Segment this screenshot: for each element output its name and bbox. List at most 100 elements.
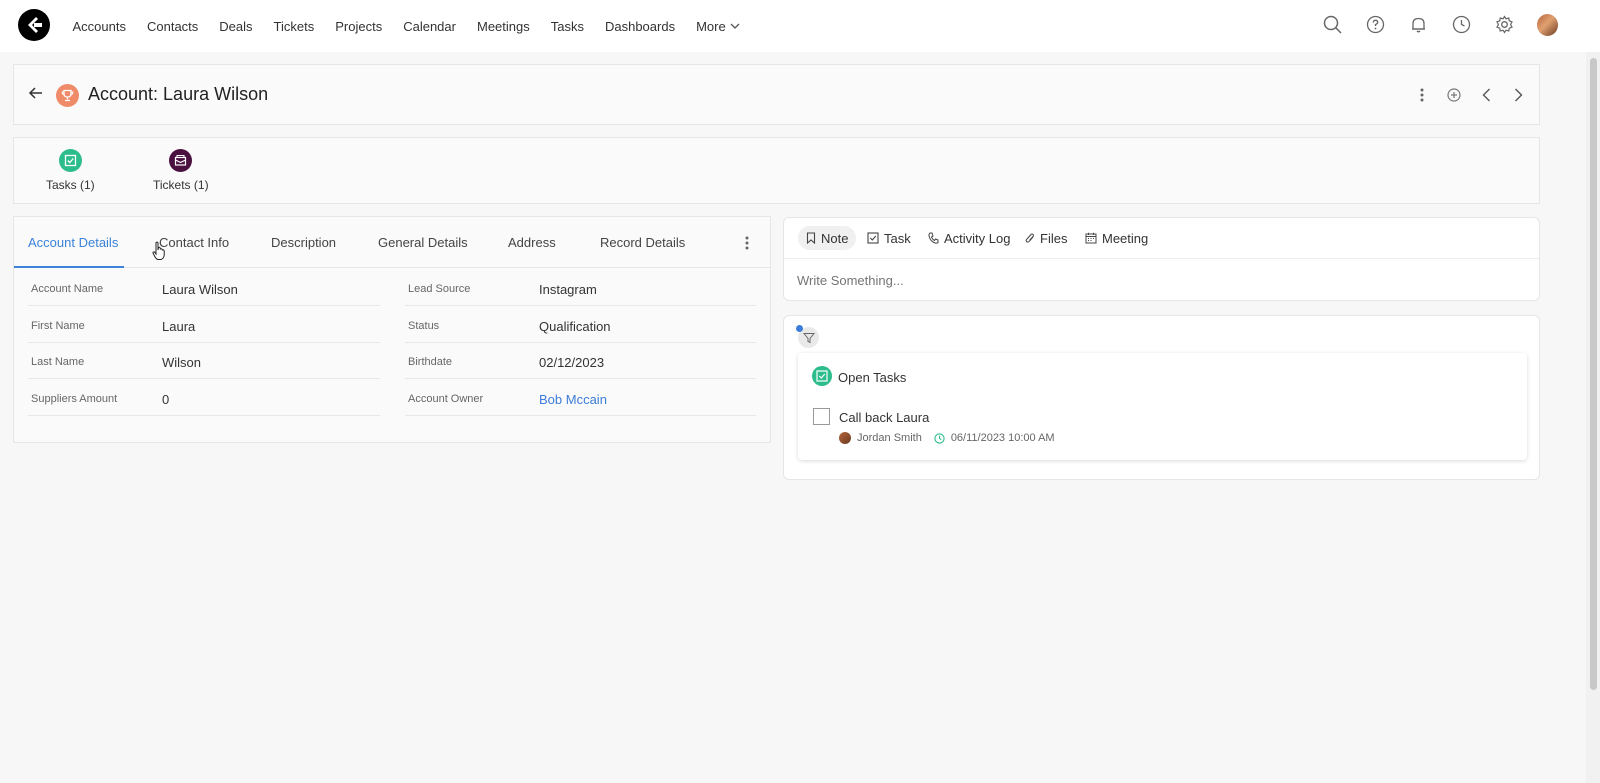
field-label: Lead Source — [408, 283, 471, 295]
active-tab-indicator — [14, 266, 124, 268]
field-label: Last Name — [31, 356, 85, 368]
top-toolbar — [1322, 13, 1558, 36]
task-title[interactable]: Call back Laura — [839, 410, 929, 425]
filter-active-dot — [796, 325, 803, 332]
field-status: Status Qualification — [405, 307, 756, 343]
help-icon[interactable] — [1365, 14, 1386, 35]
previous-record-icon[interactable] — [1479, 84, 1493, 106]
related-tickets-label: Tickets (1) — [153, 178, 209, 192]
task-meta: Jordan Smith 06/11/2023 10:00 AM — [839, 432, 1055, 444]
clock-icon — [934, 432, 945, 444]
details-tabs: Account Details Contact Info Description… — [14, 217, 770, 268]
main-menu: Accounts Contacts Deals Tickets Projects… — [62, 0, 750, 52]
field-value: Laura Wilson — [162, 282, 238, 297]
tab-files[interactable]: Files — [1017, 226, 1075, 250]
nav-calendar[interactable]: Calendar — [393, 19, 467, 34]
activity-composer: Note Task Activity Log Files Meeting — [783, 217, 1540, 301]
record-header: Account: Laura Wilson — [13, 64, 1540, 125]
timeline-panel: Open Tasks Call back Laura Jordan Smith … — [783, 315, 1540, 480]
hand-cursor-icon — [152, 241, 166, 261]
tab-record-details[interactable]: Record Details — [600, 235, 685, 250]
open-tasks-card: Open Tasks Call back Laura Jordan Smith … — [798, 353, 1527, 460]
calendar-icon — [1085, 232, 1097, 244]
field-value: 0 — [162, 392, 170, 407]
tab-note-label: Note — [821, 230, 849, 246]
bell-icon[interactable] — [1408, 14, 1429, 35]
related-tickets[interactable]: Tickets (1) — [153, 149, 209, 192]
related-records: Tasks (1) Tickets (1) — [13, 137, 1540, 204]
ticket-icon — [169, 149, 193, 172]
nav-dashboards[interactable]: Dashboards — [594, 19, 685, 34]
nav-accounts[interactable]: Accounts — [62, 19, 136, 34]
open-tasks-title: Open Tasks — [838, 370, 907, 385]
field-label: Birthdate — [408, 356, 453, 368]
field-last-name: Last Name Wilson — [28, 343, 380, 379]
nav-meetings[interactable]: Meetings — [466, 19, 540, 34]
field-label: Account Name — [31, 283, 104, 295]
tab-task-label: Task — [884, 230, 911, 246]
note-input[interactable] — [797, 273, 1517, 288]
tab-activity-log-label: Activity Log — [944, 230, 1011, 246]
owner-avatar — [839, 432, 851, 444]
nav-projects[interactable]: Projects — [325, 19, 393, 34]
field-suppliers-amount: Suppliers Amount 0 — [28, 380, 380, 416]
back-arrow-icon[interactable] — [28, 85, 44, 101]
chevron-down-icon — [730, 23, 740, 29]
checkbox-icon — [867, 232, 879, 244]
activity-tabs: Note Task Activity Log Files Meeting — [784, 218, 1539, 259]
nav-deals[interactable]: Deals — [209, 19, 263, 34]
field-label: Status — [408, 320, 440, 332]
field-label: First Name — [31, 320, 85, 332]
field-account-name: Account Name Laura Wilson — [28, 270, 380, 306]
field-value: 02/12/2023 — [539, 355, 605, 370]
header-actions — [1415, 84, 1525, 106]
top-navigation: Accounts Contacts Deals Tickets Projects… — [0, 0, 1600, 52]
scrollbar-thumb[interactable] — [1590, 58, 1597, 690]
nav-more-label: More — [696, 18, 726, 34]
field-value: Laura — [162, 319, 196, 334]
nav-tasks[interactable]: Tasks — [540, 19, 594, 34]
task-check-icon — [58, 149, 82, 172]
tab-contact-info[interactable]: Contact Info — [159, 235, 229, 250]
task-complete-checkbox[interactable] — [813, 408, 830, 425]
field-value: Instagram — [539, 282, 597, 297]
related-tasks[interactable]: Tasks (1) — [46, 149, 95, 192]
tab-task[interactable]: Task — [859, 226, 919, 250]
nav-tickets[interactable]: Tickets — [263, 19, 325, 34]
clock-icon[interactable] — [1451, 14, 1472, 35]
field-value: Wilson — [162, 355, 202, 370]
field-value: Qualification — [539, 319, 611, 334]
tab-account-details[interactable]: Account Details — [28, 235, 118, 250]
user-avatar[interactable] — [1537, 13, 1558, 36]
tab-note[interactable]: Note — [798, 226, 857, 250]
logo-arrow-icon — [28, 17, 42, 33]
add-circle-icon[interactable] — [1447, 84, 1461, 106]
task-due-date: 06/11/2023 10:00 AM — [950, 432, 1055, 444]
avatar — [1537, 13, 1558, 36]
field-label: Account Owner — [408, 393, 484, 405]
account-owner-link[interactable]: Bob Mccain — [539, 392, 607, 407]
tab-address[interactable]: Address — [508, 235, 556, 250]
trophy-icon — [56, 84, 79, 107]
field-birthdate: Birthdate 02/12/2023 — [405, 343, 756, 379]
nav-contacts[interactable]: Contacts — [136, 19, 208, 34]
phone-icon — [928, 232, 939, 244]
tabs-more-icon[interactable] — [742, 233, 752, 253]
tab-activity-log[interactable]: Activity Log — [920, 226, 1018, 250]
paperclip-icon — [1025, 233, 1034, 243]
search-icon[interactable] — [1322, 14, 1343, 35]
gear-icon[interactable] — [1494, 14, 1515, 35]
tab-meeting-label: Meeting — [1102, 230, 1149, 246]
related-tasks-label: Tasks (1) — [46, 178, 95, 192]
task-check-icon — [812, 366, 832, 386]
nav-more[interactable]: More — [686, 19, 751, 34]
tab-description[interactable]: Description — [271, 235, 336, 250]
tab-meeting[interactable]: Meeting — [1077, 226, 1156, 250]
kebab-menu-icon[interactable] — [1415, 84, 1429, 106]
tab-general-details[interactable]: General Details — [378, 235, 468, 250]
next-record-icon[interactable] — [1511, 84, 1525, 106]
field-first-name: First Name Laura — [28, 307, 380, 343]
field-lead-source: Lead Source Instagram — [405, 270, 756, 306]
task-owner: Jordan Smith — [857, 432, 922, 444]
app-logo[interactable] — [18, 9, 50, 41]
